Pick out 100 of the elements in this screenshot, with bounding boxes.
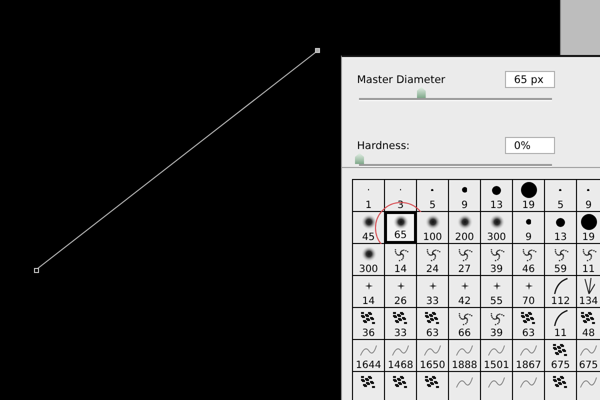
brush-tip-icon <box>520 344 537 356</box>
diameter-field[interactable]: 65 px <box>505 71 555 88</box>
brush-tip-icon <box>581 312 596 324</box>
brush-preset[interactable]: 19 <box>513 180 545 212</box>
brush-tip-icon <box>364 282 372 290</box>
brush-preset[interactable]: 14 <box>385 244 417 276</box>
brush-tip-icon <box>456 246 472 262</box>
brush-tip-icon <box>520 246 536 262</box>
brush-tip-icon <box>431 188 434 192</box>
brush-tip-icon <box>393 312 408 324</box>
brush-preset[interactable]: 45 <box>353 212 385 244</box>
brush-preset[interactable]: 1468 <box>385 340 417 372</box>
brush-preset[interactable]: 46 <box>513 244 545 276</box>
brush-preset[interactable]: 1 <box>353 180 385 212</box>
brush-preset[interactable]: 100 <box>417 212 449 244</box>
brush-preset[interactable]: 39 <box>481 244 513 276</box>
brush-tip-icon <box>361 312 376 324</box>
brush-tip-icon <box>580 376 597 388</box>
brush-tip-icon <box>424 214 440 230</box>
brush-preset[interactable]: 33 <box>417 276 449 308</box>
brush-preset[interactable]: 65 <box>385 212 417 244</box>
brush-preset[interactable]: 39 <box>481 308 513 340</box>
brush-tip-icon <box>552 246 568 262</box>
brush-tip-icon <box>424 246 440 262</box>
brush-tip-icon <box>488 214 504 230</box>
brush-preset[interactable]: 42 <box>449 276 481 308</box>
brush-tip-icon <box>554 278 568 294</box>
hardness-label: Hardness: <box>357 140 410 152</box>
brush-preset[interactable]: 1650 <box>417 340 449 372</box>
brush-preset[interactable]: 1867 <box>513 340 545 372</box>
brush-tip-icon <box>428 282 436 290</box>
brush-tip-icon <box>553 376 568 388</box>
brush-tip-icon <box>521 312 536 324</box>
brush-preset[interactable]: 63 <box>417 308 449 340</box>
brush-tip-icon <box>553 344 568 356</box>
brush-tip-icon <box>492 282 500 290</box>
brush-preset[interactable]: 24 <box>417 244 449 276</box>
brush-preset[interactable]: 200 <box>449 212 481 244</box>
brush-tip-icon <box>456 376 473 388</box>
brush-preset[interactable]: 134 <box>577 276 600 308</box>
brush-tip-icon <box>520 376 537 388</box>
brush-tip-icon <box>393 376 408 388</box>
brush-tip-icon <box>361 376 376 388</box>
brush-tip-icon <box>580 214 596 230</box>
brush-tip-icon <box>582 278 594 294</box>
brush-preset[interactable]: 66 <box>449 308 481 340</box>
brush-tip-icon <box>392 246 408 262</box>
brush-tip-icon <box>524 282 532 290</box>
brush-tip-icon <box>460 282 468 290</box>
slider-thumb[interactable] <box>355 153 364 164</box>
brush-preset[interactable]: 33 <box>385 308 417 340</box>
brush-preset[interactable]: 9 <box>513 212 545 244</box>
brush-preset[interactable]: 1644 <box>353 340 385 372</box>
brush-preset[interactable]: 36 <box>353 308 385 340</box>
brush-preset[interactable]: 13 <box>545 212 577 244</box>
brush-tip-icon <box>587 188 590 192</box>
brush-preset[interactable]: 70 <box>513 276 545 308</box>
brush-tip-icon <box>580 344 597 356</box>
brush-preset[interactable]: 19 <box>577 212 600 244</box>
brush-preset[interactable]: 9 <box>449 180 481 212</box>
brush-tip-icon <box>396 282 404 290</box>
brush-preset[interactable]: 1501 <box>481 340 513 372</box>
brush-preset[interactable]: 55 <box>481 276 513 308</box>
brush-preset[interactable]: 63 <box>513 308 545 340</box>
brush-tip-icon <box>488 376 505 388</box>
brush-preset[interactable]: 27 <box>449 244 481 276</box>
brush-tip-icon <box>526 219 532 225</box>
brush-preset[interactable]: 3 <box>385 180 417 212</box>
brush-preset[interactable]: 59 <box>545 244 577 276</box>
brush-tip-icon <box>392 344 409 356</box>
hardness-field[interactable]: 0% <box>505 137 555 154</box>
brush-tip-icon <box>456 344 473 356</box>
brush-tip-icon <box>580 246 596 262</box>
brush-preset[interactable]: 300 <box>353 244 385 276</box>
brush-tip-icon <box>360 344 377 356</box>
brush-tip-icon <box>392 214 408 230</box>
brush-preset[interactable]: 14 <box>353 276 385 308</box>
brush-preset[interactable]: 13 <box>481 180 513 212</box>
brush-preset[interactable]: 1888 <box>449 340 481 372</box>
brush-tip-icon <box>425 376 440 388</box>
brush-preset[interactable]: 675 <box>545 340 577 372</box>
slider-thumb[interactable] <box>416 87 426 98</box>
brush-tip-icon <box>554 310 568 326</box>
brush-tip-icon <box>456 310 472 326</box>
brush-preset[interactable]: 300 <box>481 212 513 244</box>
brush-tip-icon <box>559 188 562 192</box>
brush-tip-icon <box>488 344 505 356</box>
brush-tip-icon <box>456 214 472 230</box>
brush-preset[interactable]: 5 <box>545 180 577 212</box>
brush-preset[interactable]: 112 <box>545 276 577 308</box>
brush-tip-icon <box>360 214 376 230</box>
brush-tip-icon <box>520 182 536 198</box>
diameter-label: Master Diameter <box>357 74 446 86</box>
brush-preset[interactable]: 26 <box>385 276 417 308</box>
brush-preset[interactable]: 5 <box>417 180 449 212</box>
brush-tip-icon <box>424 344 441 356</box>
brush-preset[interactable]: 11 <box>545 308 577 340</box>
brush-tip-icon <box>488 310 504 326</box>
brush-tip-icon <box>492 186 501 194</box>
brush-tip-icon <box>488 246 504 262</box>
